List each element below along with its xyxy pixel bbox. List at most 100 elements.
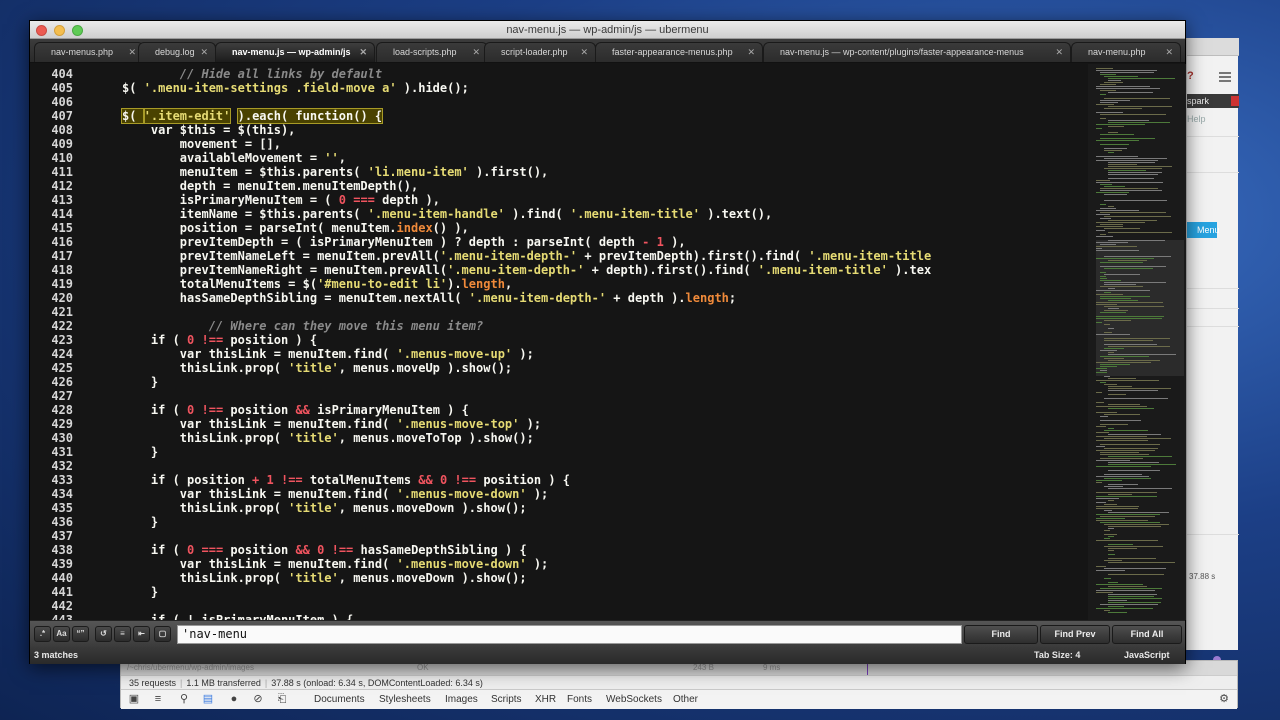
code-line[interactable]: 416 prevItemDepth = ( isPrimaryMenuItem … (30, 235, 1088, 249)
filter-images[interactable]: Images (445, 690, 478, 709)
minimap-line (1104, 474, 1142, 475)
settings-icon[interactable]: ⚙ (1217, 693, 1231, 706)
find-all-button[interactable]: Find All (1112, 625, 1182, 644)
code-line[interactable]: 438 if ( 0 === position && 0 !== hasSame… (30, 543, 1088, 557)
close-tab-icon[interactable]: ✕ (580, 43, 588, 62)
code-line[interactable]: 408 var $this = $(this), (30, 123, 1088, 137)
code-line[interactable]: 414 itemName = $this.parents( '.menu-ite… (30, 207, 1088, 221)
code-line[interactable]: 440 thisLink.prop( 'title', menus.moveDo… (30, 571, 1088, 585)
clear-icon[interactable]: ⊘ (251, 693, 265, 706)
close-tab-icon[interactable]: ✕ (1055, 43, 1063, 62)
code-line[interactable]: 423 if ( 0 !== position ) { (30, 333, 1088, 347)
close-tab-icon[interactable]: ✕ (128, 43, 136, 62)
code-line[interactable]: 406 (30, 95, 1088, 109)
code-line[interactable]: 436 } (30, 515, 1088, 529)
code-line[interactable]: 430 thisLink.prop( 'title', menus.moveTo… (30, 431, 1088, 445)
minimap[interactable] (1088, 64, 1186, 620)
minimap-line (1096, 104, 1114, 105)
wrap-icon[interactable]: ↺ (95, 626, 112, 642)
regex-toggle[interactable]: .* (34, 626, 51, 642)
filter-other[interactable]: Other (673, 690, 698, 709)
code-line[interactable]: 410 availableMovement = '', (30, 151, 1088, 165)
zoom-window-icon[interactable] (72, 25, 83, 36)
code-line[interactable]: 415 position = parseInt( menuItem.index(… (30, 221, 1088, 235)
close-window-icon[interactable] (36, 25, 47, 36)
tab-load-scripts-php[interactable]: load-scripts.php ✕ (376, 42, 488, 62)
code-line[interactable]: 407 $( '.item-edit' ).each( function() { (30, 108, 1088, 124)
code-line[interactable]: 435 thisLink.prop( 'title', menus.moveDo… (30, 501, 1088, 515)
record-icon[interactable]: ● (227, 693, 241, 706)
network-icon[interactable]: ▤ (201, 693, 215, 706)
minimize-window-icon[interactable] (54, 25, 65, 36)
code-line[interactable]: 422 // Where can they move this menu ite… (30, 319, 1088, 333)
code-editor[interactable]: 404 // Hide all links by default 405 $( '.… (30, 64, 1088, 620)
minimap-line (1096, 412, 1117, 413)
filter-fonts[interactable]: Fonts (567, 690, 592, 709)
find-input[interactable]: 'nav-menu (177, 625, 962, 644)
code-line[interactable]: 418 prevItemNameRight = menuItem.prevAll… (30, 263, 1088, 277)
tab-faster-appearance-menus-php[interactable]: faster-appearance-menus.php ✕ (595, 42, 763, 62)
close-tab-icon[interactable]: ✕ (472, 43, 480, 62)
code-line[interactable]: 413 isPrimaryMenuItem = ( 0 === depth ), (30, 193, 1088, 207)
code-line[interactable]: 437 (30, 529, 1088, 543)
tab-nav-menu-php[interactable]: nav-menu.php ✕ (1071, 42, 1181, 62)
show-context-icon[interactable]: ▢ (154, 626, 171, 642)
browser-menu-icon[interactable] (1219, 72, 1231, 82)
browser-menu-button[interactable]: Menu (1187, 222, 1220, 238)
code-line[interactable]: 420 hasSameDepthSibling = menuItem.nextA… (30, 291, 1088, 305)
code-line[interactable]: 427 (30, 389, 1088, 403)
whole-word-toggle[interactable]: “” (72, 626, 89, 642)
search-icon[interactable]: ⚲ (177, 693, 191, 706)
tab-nav-menu-js[interactable]: nav-menu.js — wp-admin/js ✕ (215, 42, 375, 62)
minimap-line (1100, 278, 1107, 279)
code-line[interactable]: 441 } (30, 585, 1088, 599)
code-line[interactable]: 421 (30, 305, 1088, 319)
code-line[interactable]: 434 var thisLink = menuItem.find( '.menu… (30, 487, 1088, 501)
tab-debug-log[interactable]: debug.log ✕ (138, 42, 216, 62)
tab-size-selector[interactable]: Tab Size: 4 (1034, 647, 1080, 664)
tab-script-loader-php[interactable]: script-loader.php ✕ (484, 42, 596, 62)
close-tab-icon[interactable]: ✕ (1165, 43, 1173, 62)
case-sensitive-toggle[interactable]: Aa (53, 626, 70, 642)
minimap-line (1108, 78, 1175, 79)
code-line[interactable]: 431 } (30, 445, 1088, 459)
code-line[interactable]: 426 } (30, 375, 1088, 389)
code-line[interactable]: 442 (30, 599, 1088, 613)
code-line[interactable]: 411 menuItem = $this.parents( 'li.menu-i… (30, 165, 1088, 179)
filter-icon[interactable]: ⎗ (275, 693, 289, 706)
code-line[interactable]: 439 var thisLink = menuItem.find( '.menu… (30, 557, 1088, 571)
close-tab-icon[interactable]: ✕ (200, 43, 208, 62)
tab-nav-menus-php[interactable]: nav-menus.php ✕ (34, 42, 144, 62)
code-line[interactable]: 412 depth = menuItem.menuItemDepth(), (30, 179, 1088, 193)
window-titlebar[interactable]: nav-menu.js — wp-admin/js — ubermenu (30, 21, 1185, 39)
filter-websockets[interactable]: WebSockets (606, 690, 662, 709)
syntax-selector[interactable]: JavaScript (1124, 647, 1170, 664)
find-button[interactable]: Find (964, 625, 1038, 644)
code-line[interactable]: 429 var thisLink = menuItem.find( '.menu… (30, 417, 1088, 431)
code-line[interactable]: 425 thisLink.prop( 'title', menus.moveUp… (30, 361, 1088, 375)
filter-scripts[interactable]: Scripts (491, 690, 522, 709)
highlight-matches-icon[interactable]: ⇤ (133, 626, 150, 642)
browser-help-link[interactable]: Help (1187, 114, 1206, 124)
filter-documents[interactable]: Documents (314, 690, 365, 709)
find-prev-button[interactable]: Find Prev (1040, 625, 1110, 644)
close-tab-icon[interactable]: ✕ (747, 43, 755, 62)
code-line[interactable]: 443 if ( ! isPrimaryMenuItem ) { (30, 613, 1088, 620)
filter-xhr[interactable]: XHR (535, 690, 556, 709)
tab-nav-menu-js-plugin[interactable]: nav-menu.js — wp-content/plugins/faster-… (763, 42, 1071, 62)
code-line[interactable]: 424 var thisLink = menuItem.find( '.menu… (30, 347, 1088, 361)
dock-icon[interactable]: ▣ (127, 693, 141, 706)
code-line[interactable]: 409 movement = [], (30, 137, 1088, 151)
code-line[interactable]: 428 if ( 0 !== position && isPrimaryMenu… (30, 403, 1088, 417)
close-tab-icon[interactable]: ✕ (359, 43, 367, 62)
console-icon[interactable]: ≡ (151, 693, 165, 706)
code-line[interactable]: 433 if ( position + 1 !== totalMenuItems… (30, 473, 1088, 487)
in-selection-icon[interactable]: ≡ (114, 626, 131, 642)
code-line[interactable]: 432 (30, 459, 1088, 473)
code-line[interactable]: 419 totalMenuItems = $('#menu-to-edit li… (30, 277, 1088, 291)
code-line[interactable]: 404 // Hide all links by default (30, 67, 1088, 81)
filter-stylesheets[interactable]: Stylesheets (379, 690, 431, 709)
tab-label: nav-menu.js — wp-admin/js (232, 47, 351, 57)
code-line[interactable]: 405 $( '.menu-item-settings .field-move a… (30, 81, 1088, 95)
code-line[interactable]: 417 prevItemNameLeft = menuItem.prevAll(… (30, 249, 1088, 263)
